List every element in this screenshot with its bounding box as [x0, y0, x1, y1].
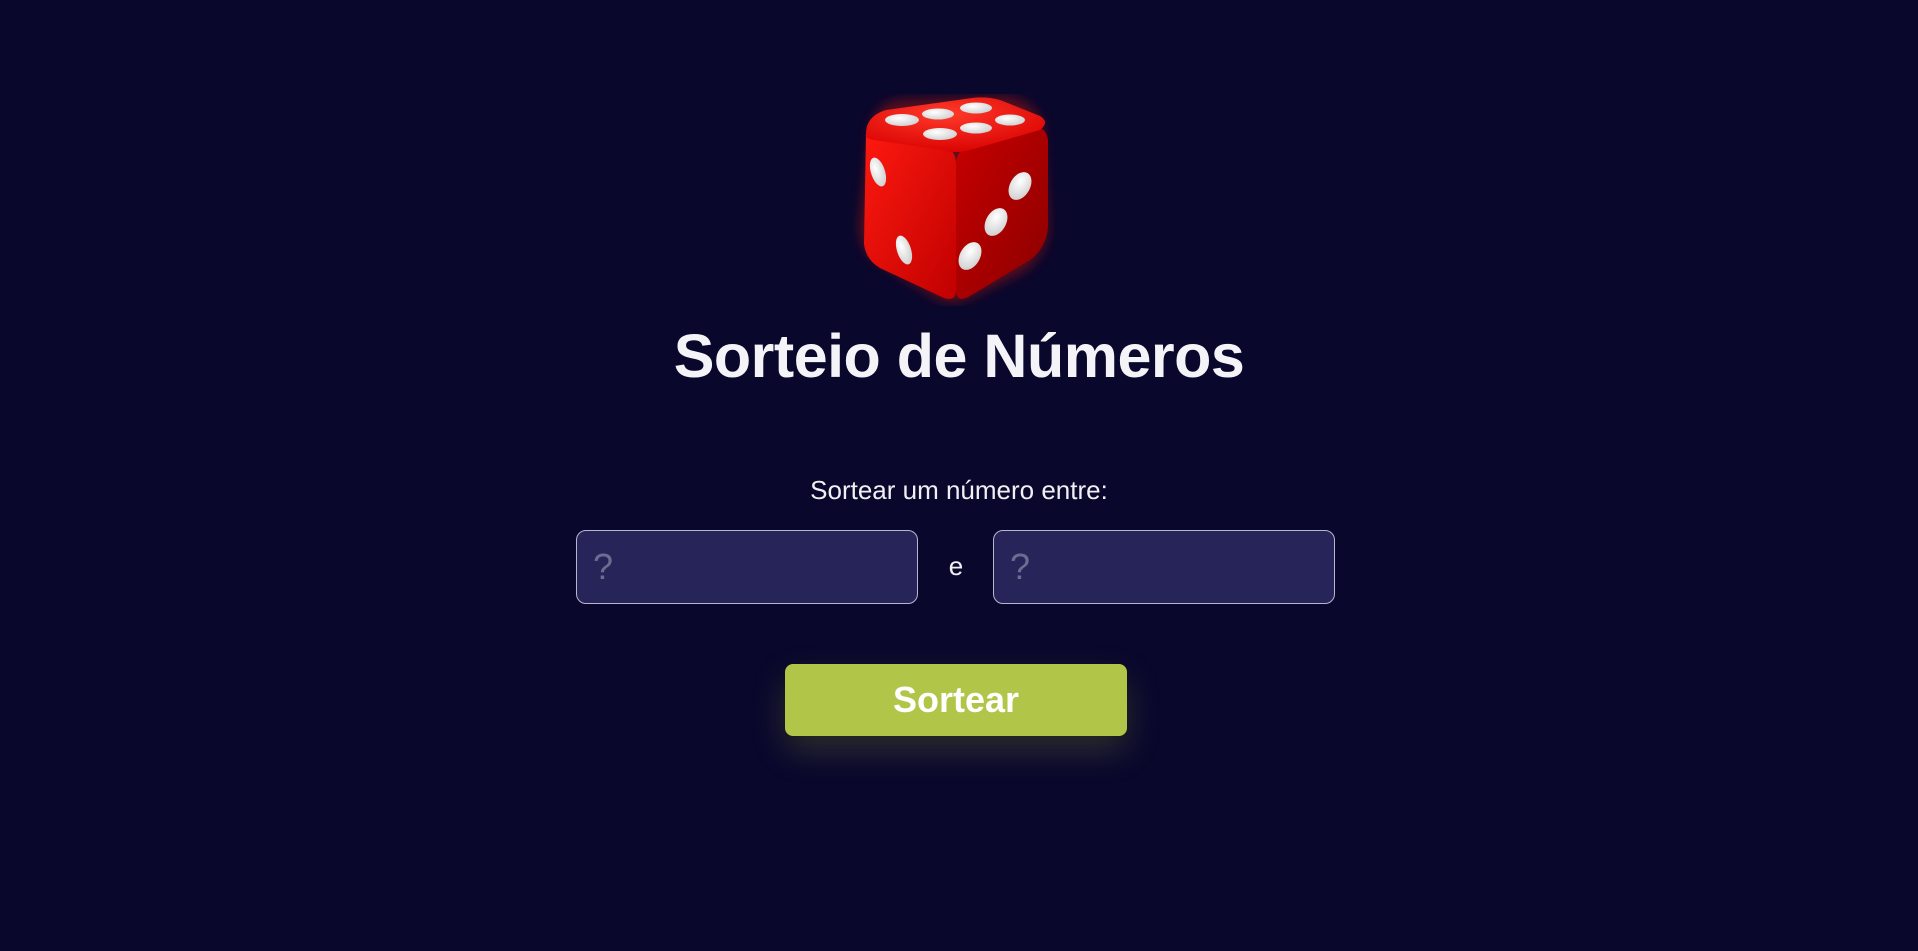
- range-connector-label: e: [948, 551, 964, 581]
- draw-button[interactable]: Sortear: [785, 664, 1127, 736]
- min-number-input[interactable]: [576, 530, 918, 604]
- range-prompt-label: Sortear um número entre:: [810, 475, 1108, 505]
- page-title: Sorteio de Números: [673, 322, 1245, 390]
- max-number-input[interactable]: [993, 530, 1335, 604]
- dice-icon: [852, 94, 1058, 306]
- page: Sorteio de Números Sortear um número ent…: [0, 0, 1918, 951]
